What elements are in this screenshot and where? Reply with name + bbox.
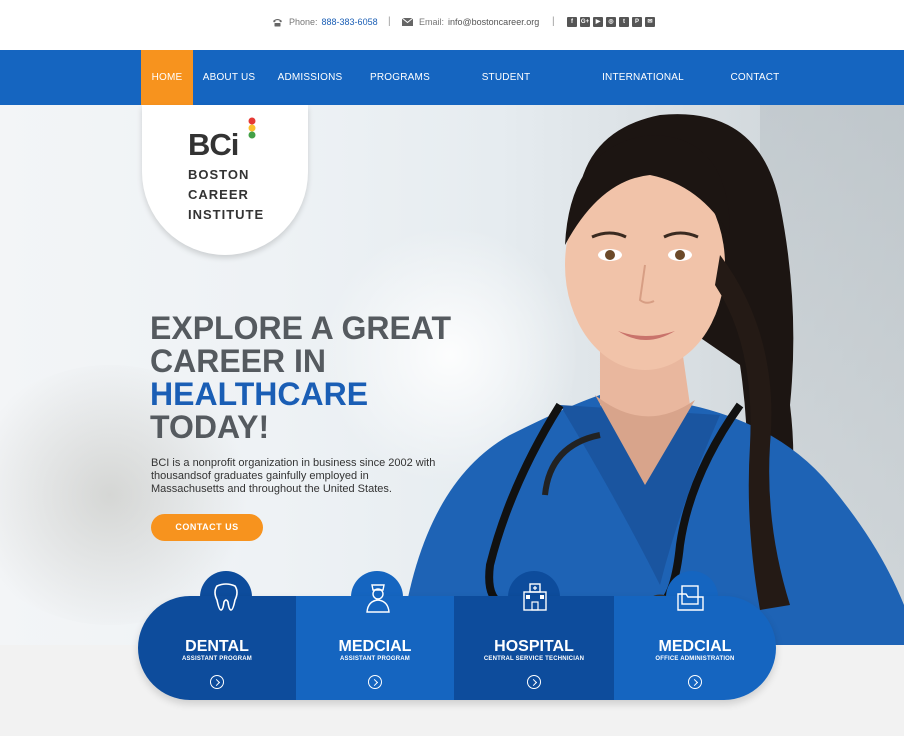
phone-link[interactable]: 888-383-6058: [322, 17, 378, 27]
nav-programs[interactable]: PROGRAMS: [368, 50, 432, 105]
email-label: Email:: [419, 17, 445, 27]
program-title: DENTAL: [185, 638, 249, 655]
headline-line: EXPLORE A GREAT: [150, 310, 452, 346]
arrow-right-icon[interactable]: [210, 675, 224, 689]
logo-mark: BCi: [188, 127, 239, 162]
top-contact-bar: Phone: 888-383-6058 | Email: info@boston…: [0, 0, 904, 50]
phone-label: Phone:: [289, 17, 318, 27]
google-plus-icon[interactable]: G+: [580, 17, 590, 27]
mail-icon: [402, 18, 413, 26]
email-link[interactable]: info@bostoncareer.org: [448, 17, 539, 27]
headline-highlight: HEALTHCARE: [150, 376, 369, 412]
logo-line: CAREER: [188, 187, 249, 202]
arrow-right-icon[interactable]: [527, 675, 541, 689]
nav-student-services[interactable]: STUDENT SERVICES: [458, 50, 554, 138]
social-links: f G+ ▶ ◎ t P ✉: [567, 17, 655, 27]
logo-line: INSTITUTE: [188, 207, 265, 222]
separator: |: [552, 16, 555, 27]
hospital-icon: [523, 583, 547, 611]
arrow-right-icon[interactable]: [368, 675, 382, 689]
youtube-icon[interactable]: ▶: [593, 17, 603, 27]
facebook-icon[interactable]: f: [567, 17, 577, 27]
main-nav: HOME ABOUT US ADMISSIONS PROGRAMS STUDEN…: [0, 50, 904, 138]
program-subtitle: ASSISTANT PROGRAM: [182, 656, 252, 662]
hero-description: BCI is a nonprofit organization in busin…: [151, 457, 436, 495]
twitter-icon[interactable]: t: [619, 17, 629, 27]
folder-icon: [677, 585, 704, 611]
nav-international-students[interactable]: INTERNATIONAL STUDENTS: [580, 50, 706, 138]
nurse-icon: [366, 584, 390, 613]
traffic-light-icon: [248, 117, 256, 139]
program-title: MEDCIAL: [658, 638, 732, 655]
headline-line: CAREER IN: [150, 343, 327, 379]
tooth-icon: [214, 583, 238, 611]
headline-line: TODAY!: [150, 409, 270, 445]
hero-banner: EXPLORE A GREAT CAREER IN HEALTHCARE TOD…: [0, 105, 904, 645]
pinterest-icon[interactable]: P: [632, 17, 642, 27]
program-title: MEDCIAL: [338, 638, 412, 655]
email-info: Email: info@bostoncareer.org: [402, 17, 539, 27]
arrow-right-icon[interactable]: [688, 675, 702, 689]
instagram-icon[interactable]: ◎: [606, 17, 616, 27]
program-subtitle: OFFICE ADMINISTRATION: [655, 656, 735, 662]
nav-admissions[interactable]: ADMISSIONS: [276, 50, 344, 105]
program-subtitle: ASSISTANT PROGRAM: [340, 656, 410, 662]
separator: |: [388, 16, 391, 27]
email-social-icon[interactable]: ✉: [645, 17, 655, 27]
contact-us-button[interactable]: CONTACT US: [151, 514, 263, 541]
phone-icon: [272, 18, 283, 27]
logo-line: BOSTON: [188, 167, 250, 182]
nav-home[interactable]: HOME: [141, 50, 193, 105]
program-title: HOSPITAL: [494, 638, 574, 655]
phone-info: Phone: 888-383-6058: [272, 17, 378, 27]
nav-about-us[interactable]: ABOUT US: [200, 50, 258, 105]
nav-contact[interactable]: CONTACT: [728, 50, 782, 105]
hero-headline: EXPLORE A GREAT CAREER IN HEALTHCARE TOD…: [150, 312, 451, 444]
program-subtitle: CENTRAL SERVICE TECHNICIAN: [483, 656, 585, 662]
